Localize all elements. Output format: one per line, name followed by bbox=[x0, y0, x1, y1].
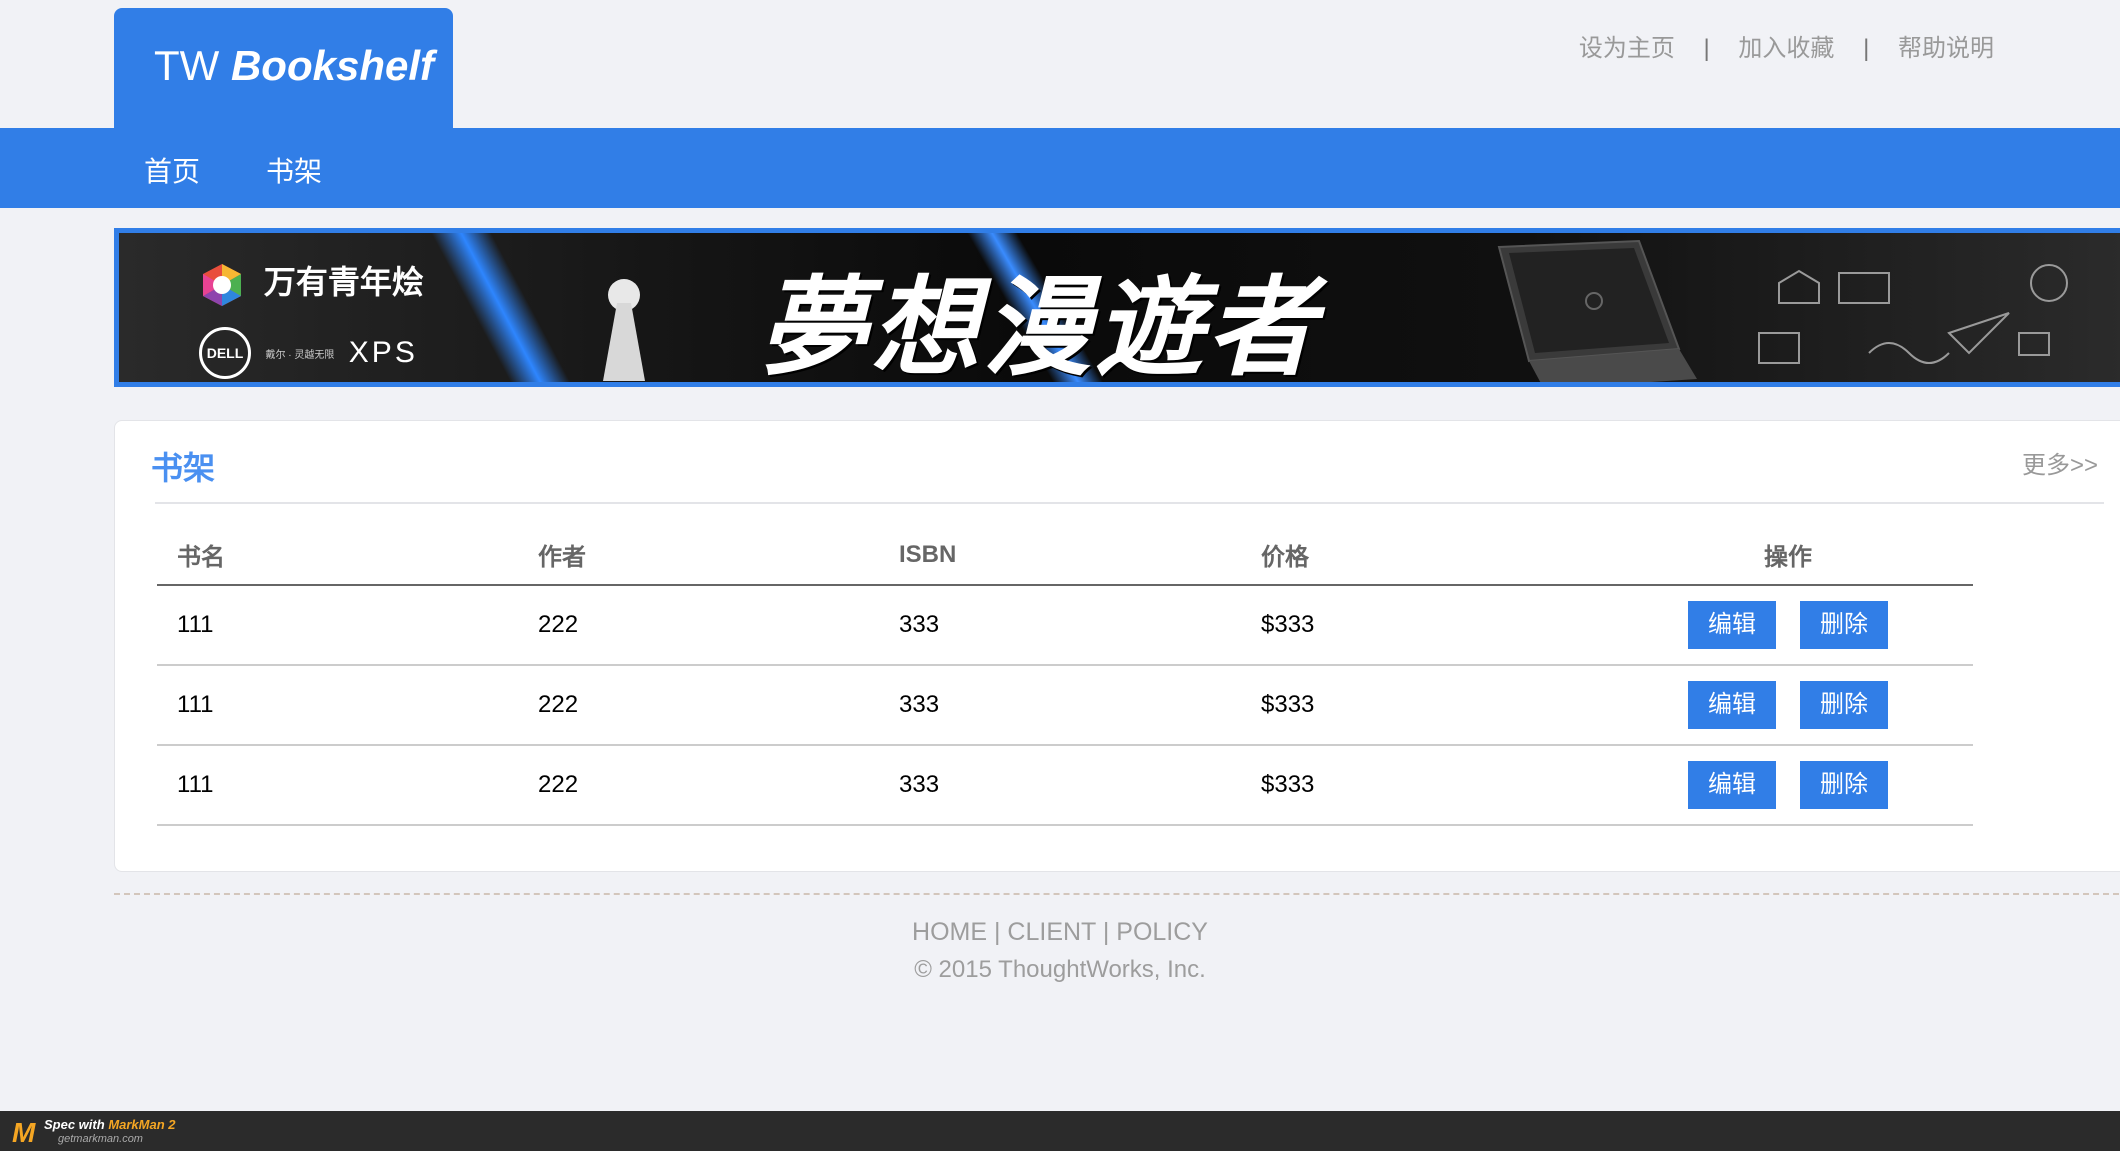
separator: | bbox=[1863, 35, 1870, 62]
banner-dell: DELL 戴尔 · 灵越无限 XPS bbox=[199, 327, 418, 379]
cell-book-name: 111 bbox=[157, 745, 518, 826]
banner-title: 夢想漫遊者 bbox=[759, 265, 1320, 382]
markman-spec: Spec with bbox=[44, 1117, 105, 1132]
cell-price: $333 bbox=[1241, 585, 1603, 666]
table-header-row: 书名 作者 ISBN 价格 操作 bbox=[157, 525, 1973, 586]
keyhole-icon bbox=[603, 279, 645, 381]
cell-book-name: 111 bbox=[157, 665, 518, 746]
cell-actions: 编辑 删除 bbox=[1603, 585, 1973, 666]
logo-name: Bookshelf bbox=[230, 42, 434, 89]
footer-home-link[interactable]: HOME bbox=[912, 918, 987, 946]
delete-button[interactable]: 删除 bbox=[1800, 761, 1888, 809]
table-row: 111 222 333 $333 编辑 删除 bbox=[157, 745, 1973, 826]
column-header-author: 作者 bbox=[518, 525, 879, 586]
cell-price: $333 bbox=[1241, 745, 1603, 826]
panel-title: 书架 bbox=[151, 450, 216, 486]
footer-divider bbox=[114, 893, 2120, 895]
banner-image: 万有青年烩 DELL 戴尔 · 灵越无限 XPS 夢想漫遊者 bbox=[119, 233, 2120, 382]
footer-client-link[interactable]: CLIENT bbox=[1007, 918, 1095, 946]
column-header-name: 书名 bbox=[157, 525, 518, 586]
more-link[interactable]: 更多>> bbox=[2022, 445, 2098, 480]
nav-bookshelf[interactable]: 书架 bbox=[266, 150, 322, 190]
books-table: 书名 作者 ISBN 价格 操作 111 222 333 $333 编辑 删除 1… bbox=[157, 525, 1973, 826]
footer-policy-link[interactable]: POLICY bbox=[1116, 918, 1208, 946]
banner-light-stripe bbox=[420, 233, 598, 382]
promo-banner[interactable]: 万有青年烩 DELL 戴尔 · 灵越无限 XPS 夢想漫遊者 bbox=[114, 228, 2120, 387]
help-link[interactable]: 帮助说明 bbox=[1898, 35, 1994, 62]
column-header-actions: 操作 bbox=[1603, 525, 1973, 586]
separator: | bbox=[1703, 35, 1710, 62]
dell-subtitle: 戴尔 · 灵越无限 bbox=[265, 349, 335, 361]
separator: | bbox=[1102, 918, 1110, 946]
delete-button[interactable]: 删除 bbox=[1800, 601, 1888, 649]
cell-price: $333 bbox=[1241, 665, 1603, 746]
markman-name: MarkMan 2 bbox=[108, 1117, 176, 1132]
cell-actions: 编辑 删除 bbox=[1603, 745, 1973, 826]
main-navbar: 首页 书架 bbox=[0, 128, 2120, 208]
set-homepage-link[interactable]: 设为主页 bbox=[1579, 35, 1675, 62]
edit-button[interactable]: 编辑 bbox=[1688, 681, 1776, 729]
cell-isbn: 333 bbox=[879, 585, 1241, 666]
footer-links: HOME | CLIENT | POLICY bbox=[0, 918, 2120, 947]
cell-actions: 编辑 删除 bbox=[1603, 665, 1973, 746]
xps-logo: XPS bbox=[348, 336, 418, 369]
add-favorite-link[interactable]: 加入收藏 bbox=[1738, 35, 1834, 62]
separator: | bbox=[993, 918, 1001, 946]
cell-book-name: 111 bbox=[157, 585, 518, 666]
top-links: 设为主页 | 加入收藏 | 帮助说明 bbox=[1579, 28, 1994, 63]
edit-button[interactable]: 编辑 bbox=[1688, 761, 1776, 809]
markman-logo-icon: M bbox=[12, 1117, 36, 1148]
banner-brand: 万有青年烩 bbox=[199, 257, 424, 308]
banner-brand-text: 万有青年烩 bbox=[263, 264, 424, 300]
panel-divider bbox=[155, 502, 2104, 504]
cell-isbn: 333 bbox=[879, 665, 1241, 746]
cell-author: 222 bbox=[518, 665, 879, 746]
column-header-price: 价格 bbox=[1241, 525, 1603, 586]
bookshelf-panel: 书架 更多>> 书名 作者 ISBN 价格 操作 111 222 333 $33… bbox=[114, 420, 2120, 872]
markman-bar: M Spec with MarkMan 2 getmarkman.com bbox=[0, 1111, 2120, 1151]
markman-site: getmarkman.com bbox=[58, 1133, 143, 1145]
nav-home[interactable]: 首页 bbox=[144, 150, 200, 190]
logo-tab: TW Bookshelf bbox=[114, 8, 453, 129]
markman-label: Spec with MarkMan 2 bbox=[44, 1117, 176, 1132]
copyright: © 2015 ThoughtWorks, Inc. bbox=[914, 956, 1206, 983]
cell-author: 222 bbox=[518, 585, 879, 666]
chalk-doodles bbox=[1758, 264, 2068, 364]
column-header-isbn: ISBN bbox=[879, 525, 1241, 586]
laptop-icon bbox=[1497, 239, 1697, 382]
cell-isbn: 333 bbox=[879, 745, 1241, 826]
table-row: 111 222 333 $333 编辑 删除 bbox=[157, 665, 1973, 746]
cell-author: 222 bbox=[518, 745, 879, 826]
brand-hex-icon bbox=[203, 263, 241, 306]
site-logo[interactable]: TW Bookshelf bbox=[154, 42, 434, 90]
logo-prefix: TW bbox=[154, 42, 220, 89]
table-row: 111 222 333 $333 编辑 删除 bbox=[157, 585, 1973, 666]
delete-button[interactable]: 删除 bbox=[1800, 681, 1888, 729]
edit-button[interactable]: 编辑 bbox=[1688, 601, 1776, 649]
dell-logo: DELL bbox=[199, 327, 251, 379]
